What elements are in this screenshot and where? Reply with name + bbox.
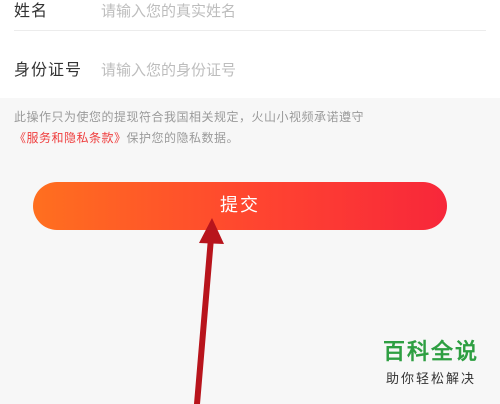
watermark-logo: 百科全说 助你轻松解决 bbox=[372, 338, 490, 398]
id-number-row: 身份证号 bbox=[0, 49, 500, 89]
name-input[interactable] bbox=[101, 1, 461, 21]
id-number-input[interactable] bbox=[101, 60, 461, 80]
watermark-title: 百科全说 bbox=[382, 340, 479, 365]
identity-form: 姓名 身份证号 bbox=[0, 0, 500, 98]
submit-button[interactable]: 提交 bbox=[33, 182, 447, 230]
row-divider bbox=[14, 30, 486, 31]
notice-text: 此操作只为使您的提现符合我国相关规定，火山小视频承诺遵守 bbox=[14, 110, 365, 124]
privacy-notice: 此操作只为使您的提现符合我国相关规定，火山小视频承诺遵守《服务和隐私条款》保护您… bbox=[14, 107, 476, 149]
name-label: 姓名 bbox=[14, 1, 49, 20]
notice-text-end: 保护您的隐私数据。 bbox=[126, 131, 240, 145]
id-number-label: 身份证号 bbox=[14, 60, 83, 79]
watermark-subtitle: 助你轻松解决 bbox=[385, 372, 476, 387]
name-row: 姓名 bbox=[0, 0, 500, 31]
privacy-terms-link[interactable]: 《服务和隐私条款》 bbox=[14, 131, 127, 145]
